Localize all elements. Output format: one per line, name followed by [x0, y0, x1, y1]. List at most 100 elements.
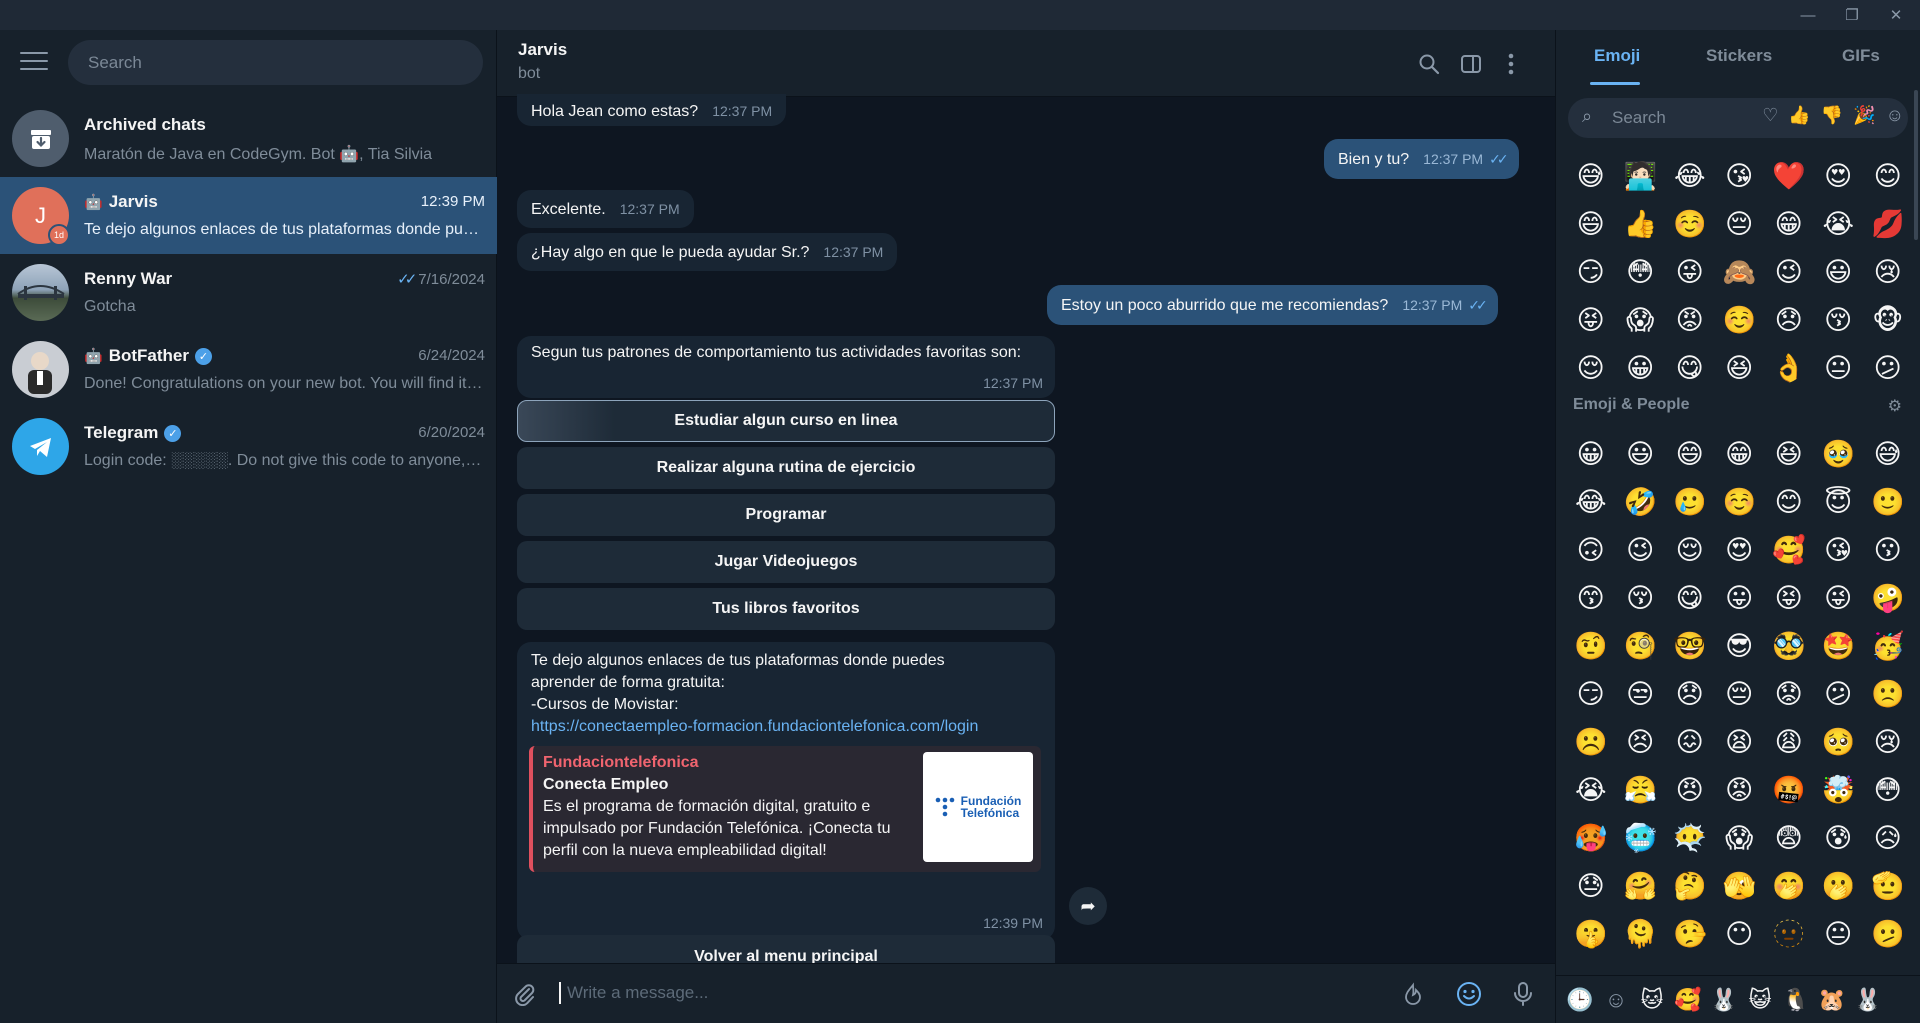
recent-emoji[interactable]: 🙈	[1715, 248, 1765, 296]
inline-button-videojuegos[interactable]: Jugar Videojuegos	[517, 541, 1055, 583]
people-emoji[interactable]: 😎	[1715, 622, 1765, 670]
people-emoji[interactable]: 🫡	[1863, 862, 1913, 910]
people-emoji[interactable]: 😄	[1665, 430, 1715, 478]
message-outgoing[interactable]: Estoy un poco aburrido que me recomienda…	[1047, 285, 1498, 325]
people-emoji[interactable]: 🥶	[1616, 814, 1666, 862]
attach-icon[interactable]	[509, 978, 541, 1010]
people-emoji[interactable]: 😒	[1616, 670, 1666, 718]
people-emoji[interactable]: 😅	[1863, 430, 1913, 478]
people-emoji[interactable]: 😡	[1715, 766, 1765, 814]
people-emoji[interactable]: 😱	[1715, 814, 1765, 862]
people-emoji[interactable]: 😗	[1863, 526, 1913, 574]
recent-emoji[interactable]: 😝	[1566, 296, 1616, 344]
emoji-category-icon[interactable]: ☺	[1602, 987, 1630, 1013]
people-emoji[interactable]: 😋	[1665, 574, 1715, 622]
emoji-category-icon[interactable]: 🐰	[1710, 987, 1738, 1013]
people-emoji[interactable]: 🧐	[1616, 622, 1666, 670]
people-emoji[interactable]: 😓	[1566, 862, 1616, 910]
people-emoji[interactable]: 🫤	[1863, 910, 1913, 958]
recent-emoji[interactable]: ☺️	[1715, 296, 1765, 344]
people-emoji[interactable]: 🙃	[1566, 526, 1616, 574]
scrollbar[interactable]	[1914, 90, 1918, 240]
recent-emoji[interactable]: 😔	[1715, 200, 1765, 248]
people-emoji[interactable]: 😀	[1566, 430, 1616, 478]
people-emoji[interactable]: 🥲	[1665, 478, 1715, 526]
emoji-category-icon[interactable]: 😺	[1746, 987, 1774, 1013]
people-emoji[interactable]: 😰	[1814, 814, 1864, 862]
emoji-search-input[interactable]: ⌕ Search ♡ 👍 👎 🎉 ☺	[1568, 98, 1908, 138]
people-emoji[interactable]: 🙂	[1863, 478, 1913, 526]
people-emoji[interactable]: 😤	[1616, 766, 1666, 814]
recent-emoji[interactable]: 😅	[1566, 152, 1616, 200]
people-emoji[interactable]: 🫣	[1715, 862, 1765, 910]
people-emoji[interactable]: 😝	[1764, 574, 1814, 622]
recent-emoji[interactable]: 😳	[1616, 248, 1666, 296]
people-emoji[interactable]: 🫠	[1616, 910, 1666, 958]
chat-item-archived[interactable]: Archived chats Maratón de Java en CodeGy…	[0, 100, 497, 177]
recent-emoji[interactable]: 🐵	[1863, 296, 1913, 344]
search-icon[interactable]	[1415, 50, 1443, 78]
message-incoming[interactable]: Hola Jean como estas? 12:37 PM	[517, 94, 787, 126]
recent-clock-icon[interactable]: 🕒	[1566, 987, 1594, 1013]
recent-emoji[interactable]: 😚	[1814, 296, 1864, 344]
people-emoji[interactable]: 😖	[1665, 718, 1715, 766]
thumbs-up-icon[interactable]: 👍	[1788, 105, 1810, 126]
restore-button[interactable]: ❐	[1830, 0, 1874, 30]
inline-button-programar[interactable]: Programar	[517, 494, 1055, 536]
chat-header[interactable]: Jarvis bot	[497, 30, 1555, 97]
chat-title[interactable]: Jarvis	[518, 40, 567, 60]
message-incoming[interactable]: Excelente. 12:37 PM	[517, 190, 694, 228]
people-emoji[interactable]: 😠	[1665, 766, 1715, 814]
people-emoji[interactable]: 😞	[1665, 670, 1715, 718]
people-emoji[interactable]: 😙	[1566, 574, 1616, 622]
chat-item-telegram[interactable]: Telegram ✓ 6/20/2024 Login code: ░░░░░. …	[0, 408, 497, 485]
recent-emoji[interactable]: 😆	[1715, 344, 1765, 392]
people-emoji[interactable]: 🙁	[1863, 670, 1913, 718]
people-emoji[interactable]: 🥹	[1814, 430, 1864, 478]
chat-item-jarvis[interactable]: J 1d 🤖 Jarvis 12:39 PM Te dejo algunos e…	[0, 177, 497, 254]
message-incoming[interactable]: Segun tus patrones de comportamiento tus…	[517, 336, 1055, 398]
people-emoji[interactable]: ☺️	[1715, 478, 1765, 526]
people-emoji[interactable]: 😘	[1814, 526, 1864, 574]
recent-emoji[interactable]: 😕	[1863, 344, 1913, 392]
party-icon[interactable]: 🎉	[1853, 105, 1875, 126]
people-emoji[interactable]: 🤗	[1616, 862, 1666, 910]
people-emoji[interactable]: 😃	[1616, 430, 1666, 478]
recent-emoji[interactable]: 😄	[1566, 200, 1616, 248]
people-emoji[interactable]: 😟	[1764, 670, 1814, 718]
link-conectaempleo[interactable]: https://conectaempleo-formacion.fundacio…	[531, 716, 1041, 738]
emoji-category-icon[interactable]: 🐰	[1854, 987, 1882, 1013]
recent-emoji[interactable]: 💋	[1863, 200, 1913, 248]
people-emoji[interactable]: 😳	[1863, 766, 1913, 814]
people-emoji[interactable]: 😩	[1764, 718, 1814, 766]
people-emoji[interactable]: 😜	[1814, 574, 1864, 622]
people-emoji[interactable]: 😉	[1616, 526, 1666, 574]
settings-sliders-icon[interactable]: ⚙	[1888, 396, 1902, 416]
recent-emoji[interactable]: 😃	[1814, 248, 1864, 296]
recent-emoji[interactable]: 😉	[1764, 248, 1814, 296]
chat-item-renny-war[interactable]: Renny War ✓✓ 7/16/2024 Gotcha	[0, 254, 497, 331]
people-emoji[interactable]: 😚	[1616, 574, 1666, 622]
smile-icon[interactable]: ☺	[1886, 105, 1904, 126]
heart-icon[interactable]: ♡	[1762, 105, 1778, 126]
people-emoji[interactable]: 😔	[1715, 670, 1765, 718]
people-emoji[interactable]: ☹️	[1566, 718, 1616, 766]
message-incoming[interactable]: ¿Hay algo en que le pueda ayudar Sr.? 12:…	[517, 233, 898, 271]
people-emoji[interactable]: 😣	[1616, 718, 1666, 766]
recent-emoji[interactable]: 😡	[1665, 296, 1715, 344]
people-emoji[interactable]: 🥵	[1566, 814, 1616, 862]
recent-emoji[interactable]: 🧑🏻‍💻	[1616, 152, 1666, 200]
people-emoji[interactable]: 😂	[1566, 478, 1616, 526]
recent-emoji[interactable]: 😁	[1764, 200, 1814, 248]
people-emoji[interactable]: 🥸	[1764, 622, 1814, 670]
emoji-category-icon[interactable]: 🐱	[1638, 987, 1666, 1013]
forward-icon[interactable]: ➦	[1069, 887, 1107, 925]
recent-emoji[interactable]: 😘	[1715, 152, 1765, 200]
chat-item-botfather[interactable]: 🤖 BotFather ✓ 6/24/2024 Done! Congratula…	[0, 331, 497, 408]
people-emoji[interactable]: 🤥	[1665, 910, 1715, 958]
people-emoji[interactable]: 😆	[1764, 430, 1814, 478]
people-emoji[interactable]: 😕	[1814, 670, 1864, 718]
recent-emoji[interactable]: 😭	[1814, 200, 1864, 248]
minimize-button[interactable]: —	[1786, 0, 1830, 30]
people-emoji[interactable]: 😨	[1764, 814, 1814, 862]
